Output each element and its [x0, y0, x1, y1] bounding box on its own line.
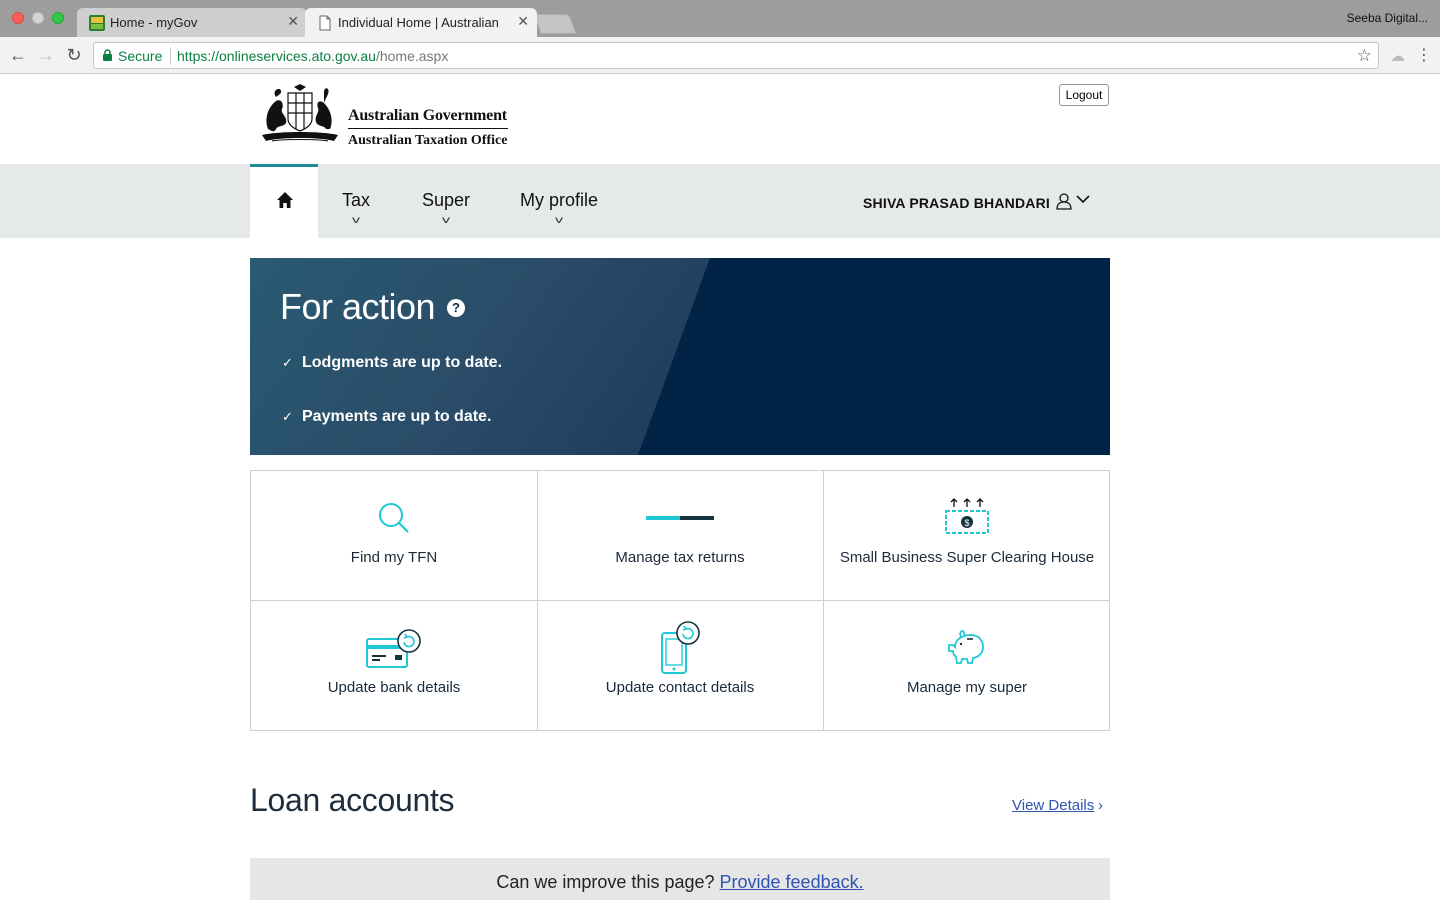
- bookmark-star-icon[interactable]: ☆: [1357, 46, 1372, 66]
- tile-label: Small Business Super Clearing House: [839, 549, 1095, 566]
- window-maximize-button[interactable]: [52, 12, 64, 24]
- lock-icon: [103, 49, 112, 61]
- address-bar[interactable]: Secure https://onlineservices.ato.gov.au…: [93, 42, 1379, 69]
- logo-divider: [348, 128, 508, 129]
- reload-icon[interactable]: ↻: [64, 45, 84, 65]
- tile-update-bank-details[interactable]: Update bank details: [251, 601, 538, 731]
- tab-title: Home - myGov: [110, 15, 198, 30]
- tile-label: Update contact details: [605, 679, 755, 696]
- mygov-favicon-icon: [89, 15, 105, 31]
- view-details-link[interactable]: View Details: [1012, 797, 1094, 814]
- tile-manage-my-super[interactable]: Manage my super: [824, 601, 1110, 731]
- coat-of-arms-icon: [262, 84, 338, 142]
- window-minimize-button[interactable]: [32, 12, 44, 24]
- main-nav: Tax v Super v My profile v SHIVA PRASAD …: [0, 164, 1440, 238]
- provide-feedback-link[interactable]: Provide feedback.: [720, 872, 864, 892]
- close-icon[interactable]: ✕: [517, 13, 529, 30]
- url-host: https://onlineservices.ato.gov.au: [177, 48, 376, 64]
- ato-logo[interactable]: Australian Government Australian Taxatio…: [258, 83, 518, 148]
- progress-bar-icon: [646, 516, 714, 520]
- search-icon: [379, 503, 409, 533]
- gov-name: Australian Government: [348, 107, 507, 124]
- extension-icon[interactable]: ☁: [1390, 47, 1405, 65]
- quick-links-grid: Find my TFN Manage tax returns $ Small B…: [250, 470, 1110, 731]
- browser-toolbar: ← → ↻ Secure https://onlineservices.ato.…: [0, 37, 1440, 74]
- piggy-bank-icon: [948, 630, 984, 664]
- for-action-panel: For action ? ✓ Lodgments are up to date. …: [250, 258, 1110, 455]
- chevron-down-icon: v: [442, 215, 451, 226]
- browser-tab-ato[interactable]: Individual Home | Australian Ta ✕: [305, 8, 537, 37]
- nav-my-profile-label: My profile: [520, 190, 599, 210]
- browser-profile-name[interactable]: Seeba Digital...: [1347, 11, 1428, 25]
- tile-small-business-super-clearing-house[interactable]: $ Small Business Super Clearing House: [824, 471, 1110, 601]
- tile-update-contact-details[interactable]: Update contact details: [537, 601, 824, 731]
- agency-name: Australian Taxation Office: [348, 133, 508, 148]
- forward-arrow-icon[interactable]: →: [36, 45, 56, 65]
- logout-button[interactable]: Logout: [1059, 84, 1109, 106]
- checkmark-icon: ✓: [282, 355, 293, 370]
- browser-titlebar: Home - myGov ✕ Individual Home | Austral…: [0, 0, 1440, 37]
- chevron-down-icon: v: [351, 215, 360, 226]
- user-name[interactable]: SHIVA PRASAD BHANDARI: [863, 195, 1050, 211]
- browser-menu-icon[interactable]: ⋮: [1416, 45, 1432, 65]
- card-refresh-icon: [366, 629, 421, 668]
- url-path: /home.aspx: [375, 48, 449, 64]
- action-status-text: Payments are up to date.: [302, 408, 492, 425]
- money-upload-icon: $: [945, 498, 989, 534]
- document-icon: [319, 15, 331, 31]
- nav-tax[interactable]: Tax v: [342, 190, 370, 226]
- tile-label: Find my TFN: [350, 549, 438, 566]
- window-close-button[interactable]: [12, 12, 24, 24]
- checkmark-icon: ✓: [282, 409, 293, 424]
- svg-text:$: $: [964, 518, 969, 528]
- home-icon: [277, 192, 293, 208]
- back-arrow-icon[interactable]: ←: [8, 45, 28, 65]
- loan-accounts-heading: Loan accounts: [250, 782, 455, 818]
- feedback-question: Can we improve this page?: [496, 872, 715, 892]
- nav-super-label: Super: [422, 190, 471, 210]
- action-status-text: Lodgments are up to date.: [302, 354, 503, 371]
- tile-find-my-tfn[interactable]: Find my TFN: [251, 471, 538, 601]
- feedback-bar: Can we improve this page? Provide feedba…: [250, 858, 1110, 900]
- chevron-right-icon[interactable]: ›: [1098, 797, 1103, 814]
- user-icon[interactable]: [1055, 192, 1073, 210]
- action-status-item: ✓ Payments are up to date.: [282, 408, 491, 426]
- nav-home[interactable]: [250, 164, 318, 238]
- tile-manage-tax-returns[interactable]: Manage tax returns: [537, 471, 824, 601]
- for-action-title: For action: [280, 286, 436, 327]
- tile-label: Manage my super: [906, 679, 1028, 696]
- chevron-down-icon: v: [555, 215, 564, 226]
- tile-label: Manage tax returns: [615, 549, 745, 566]
- help-icon[interactable]: ?: [447, 299, 465, 317]
- nav-tax-label: Tax: [342, 190, 371, 210]
- chevron-down-icon[interactable]: [1076, 194, 1090, 204]
- browser-tab-mygov[interactable]: Home - myGov ✕: [77, 8, 307, 37]
- nav-super[interactable]: Super v: [422, 190, 470, 226]
- action-status-item: ✓ Lodgments are up to date.: [282, 354, 502, 372]
- url-divider: [170, 47, 171, 65]
- page-content: Australian Government Australian Taxatio…: [0, 75, 1440, 900]
- secure-label: Secure: [118, 48, 163, 64]
- url-text[interactable]: https://onlineservices.ato.gov.au/home.a…: [177, 48, 448, 64]
- nav-my-profile[interactable]: My profile v: [520, 190, 598, 226]
- new-tab-button[interactable]: [533, 14, 577, 34]
- tab-title: Individual Home | Australian Ta: [338, 15, 500, 30]
- tile-label: Update bank details: [327, 679, 461, 696]
- phone-refresh-icon: [661, 621, 700, 674]
- close-icon[interactable]: ✕: [287, 13, 299, 30]
